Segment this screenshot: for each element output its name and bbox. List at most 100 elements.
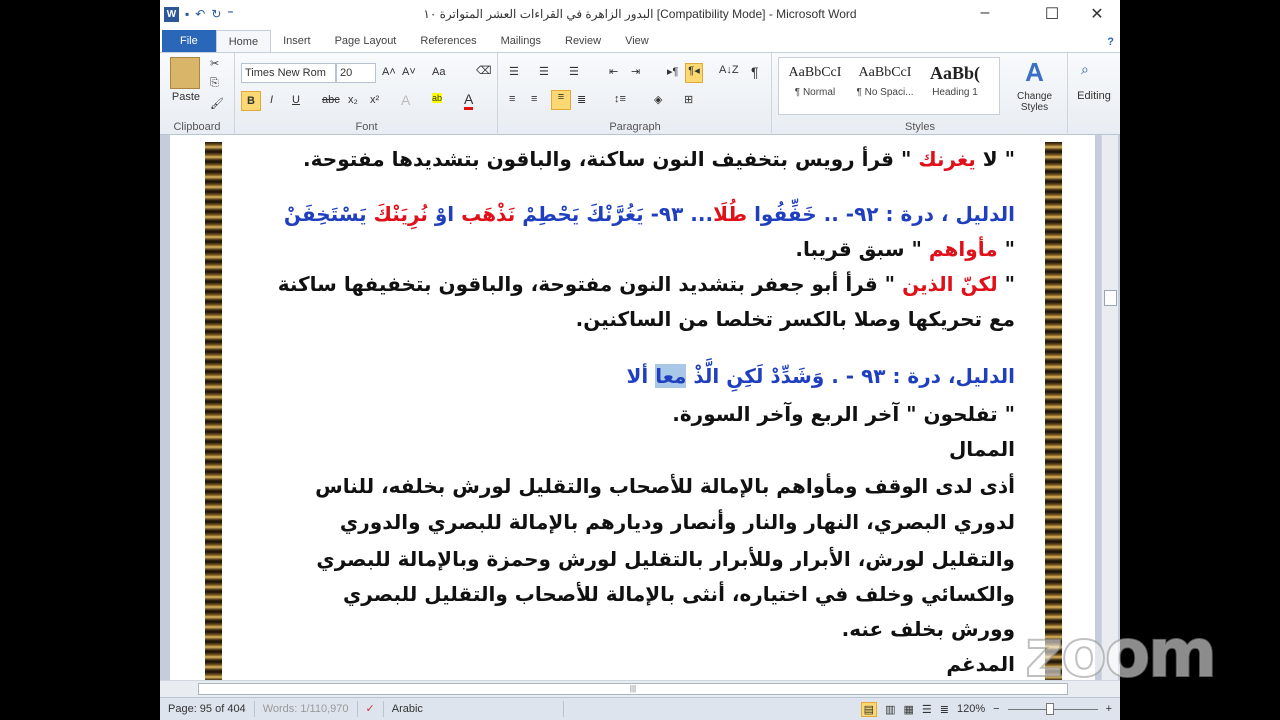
strikethrough-button[interactable]: abc [322, 94, 340, 106]
close-button[interactable]: ✕ [1077, 4, 1117, 24]
text-run: " قرأ أبو جعفر بتشديد النون مفتوحة، والب… [277, 272, 903, 296]
bullets-icon[interactable]: ☰ [509, 65, 519, 78]
ltr-icon[interactable]: ▸¶ [667, 65, 678, 78]
clear-formatting-icon[interactable]: ⌫ [476, 64, 492, 77]
cut-icon[interactable]: ✂ [210, 57, 219, 70]
full-screen-icon[interactable]: ▥ [885, 703, 895, 716]
zoom-slider[interactable] [1007, 702, 1098, 715]
text-run: المدغم [946, 652, 1015, 676]
numbering-icon[interactable]: ☰ [539, 65, 549, 78]
binoculars-icon[interactable]: ⌕ [1081, 61, 1089, 78]
show-formatting-button[interactable]: ¶ [751, 64, 759, 80]
multilevel-list-icon[interactable]: ☰ [569, 65, 579, 78]
tab-home[interactable]: Home [215, 30, 272, 52]
change-styles-icon[interactable]: A [1007, 57, 1062, 88]
highlight-button[interactable]: ab [432, 93, 443, 103]
paragraph-label: Paragraph [609, 121, 661, 133]
style-normal[interactable]: AaBbCcI ¶ Normal [781, 59, 849, 98]
text-line[interactable]: وورش بخلف عنه. [842, 617, 1015, 641]
maximize-button[interactable]: ☐ [1032, 4, 1072, 24]
tab-view[interactable]: View [613, 30, 661, 52]
tab-insert[interactable]: Insert [271, 30, 323, 52]
word-app-icon[interactable]: W [164, 6, 179, 22]
text-line[interactable]: والكسائي وخلف في اختياره، أنثى بالإمالة … [343, 582, 1015, 606]
page-count[interactable]: Page: 95 of 404 [160, 701, 255, 717]
undo-icon[interactable]: ↶ [195, 7, 205, 21]
underline-button[interactable]: U [292, 94, 300, 106]
tab-review[interactable]: Review [553, 30, 613, 52]
font-size-combo[interactable]: 20 [336, 63, 376, 83]
outline-icon[interactable]: ☰ [922, 703, 932, 716]
customize-toolbar-icon[interactable]: ⁼ [227, 7, 233, 21]
text-line[interactable]: الدليل ، درة : ٩٢- .. خَفِّفُوا طُلَا...… [284, 202, 1015, 226]
borders-icon[interactable]: ⊞ [684, 93, 693, 106]
vertical-scroll-thumb[interactable] [1104, 290, 1117, 306]
copy-icon[interactable]: ⎘ [210, 77, 219, 90]
help-icon[interactable]: ? [1101, 36, 1120, 52]
tab-references[interactable]: References [408, 30, 488, 52]
zoom-level[interactable]: 120% [957, 703, 985, 715]
vertical-scrollbar[interactable] [1101, 135, 1118, 680]
zoom-slider-thumb[interactable] [1045, 702, 1054, 715]
draft-icon[interactable]: ≣ [940, 703, 949, 716]
grow-font-button[interactable]: A˄ [382, 66, 396, 78]
align-center-icon[interactable]: ≡ [531, 93, 537, 105]
text-line[interactable]: " لكنّ الذين " قرأ أبو جعفر بتشديد النون… [278, 272, 1015, 296]
subscript-button[interactable]: x₂ [348, 94, 358, 106]
rtl-icon[interactable]: ¶◂ [685, 63, 703, 83]
change-styles-button[interactable]: Change Styles [1007, 91, 1062, 113]
increase-indent-icon[interactable]: ⇥ [631, 65, 640, 78]
proofing-icon[interactable]: ✓ [358, 701, 384, 717]
change-case-button[interactable]: Aa [432, 66, 445, 78]
save-icon[interactable]: ▪ [185, 7, 189, 21]
tab-mailings[interactable]: Mailings [489, 30, 553, 52]
justify-icon[interactable]: ≣ [577, 93, 586, 106]
document-page[interactable]: " لا يغرنك " قرأ رويس بتخفيف النون ساكنة… [170, 135, 1095, 680]
tab-file[interactable]: File [162, 30, 216, 52]
editing-button[interactable]: Editing [1069, 90, 1119, 102]
line-spacing-icon[interactable]: ↕≡ [614, 93, 626, 105]
zoom-out-button[interactable]: − [993, 703, 999, 715]
bold-button[interactable]: B [241, 91, 261, 111]
text-effects-icon[interactable]: A [401, 92, 410, 108]
page-border-right [1045, 142, 1062, 680]
tab-page-layout[interactable]: Page Layout [323, 30, 409, 52]
zoom-in-button[interactable]: + [1106, 703, 1112, 715]
text-line[interactable]: مع تحريكها وصلا بالكسر تخلصا من الساكنين… [576, 307, 1015, 331]
language[interactable]: Arabic [384, 701, 564, 717]
font-name-combo[interactable]: Times New Rom [241, 63, 336, 83]
shrink-font-button[interactable]: A˅ [402, 66, 416, 78]
align-right-icon[interactable]: ≡ [551, 90, 571, 110]
text-line[interactable]: " لا يغرنك " قرأ رويس بتخفيف النون ساكنة… [303, 147, 1015, 171]
word-count[interactable]: Words: 1/110,970 [255, 701, 358, 717]
text-line[interactable]: " تفلحون " آخر الربع وآخر السورة. [672, 402, 1015, 426]
text-run: لدوري البصري، النهار والنار وأنصار وديار… [339, 510, 1015, 534]
align-left-icon[interactable]: ≡ [509, 93, 515, 105]
text-line[interactable]: لدوري البصري، النهار والنار وأنصار وديار… [340, 510, 1015, 534]
paste-icon[interactable] [170, 57, 200, 89]
text-run: والتقليل لورش، الأبرار وللأبرار بالتقليل… [316, 547, 1015, 571]
text-line[interactable]: أذى لدى الوقف ومأواهم بالإمالة للأصحاب و… [315, 474, 1015, 498]
font-color-button[interactable]: A [464, 91, 474, 110]
text-line[interactable]: الدليل، درة : ٩٣ - . وَشَدِّدْ لَكِنِ ال… [627, 364, 1015, 388]
text-line[interactable]: الممال [949, 437, 1015, 461]
style-no-spacing[interactable]: AaBbCcI ¶ No Spaci... [851, 59, 919, 98]
redo-icon[interactable]: ↻ [211, 7, 221, 21]
text-line[interactable]: المدغم [946, 652, 1015, 676]
decrease-indent-icon[interactable]: ⇤ [609, 65, 618, 78]
print-layout-icon[interactable]: ▤ [860, 701, 878, 717]
italic-button[interactable]: I [270, 94, 273, 106]
sort-button[interactable]: A↓Z [719, 64, 739, 76]
paste-button[interactable]: Paste [166, 91, 206, 103]
editing-group: ⌕ Editing [1069, 53, 1119, 135]
text-line[interactable]: والتقليل لورش، الأبرار وللأبرار بالتقليل… [316, 547, 1015, 571]
superscript-button[interactable]: x² [370, 94, 379, 106]
shading-icon[interactable]: ◈ [654, 93, 662, 106]
style-heading-1[interactable]: AaBb(Heading 1 [921, 59, 989, 98]
minimize-button[interactable]: – [965, 4, 1005, 22]
horizontal-scroll-thumb[interactable]: ||| [198, 683, 1068, 695]
text-line[interactable]: " مأواهم " سبق قريبا. [795, 237, 1015, 261]
format-painter-icon[interactable]: 🖌 [210, 97, 224, 110]
horizontal-scrollbar[interactable]: ||| [160, 680, 1120, 697]
web-layout-icon[interactable]: ▦ [903, 703, 913, 716]
